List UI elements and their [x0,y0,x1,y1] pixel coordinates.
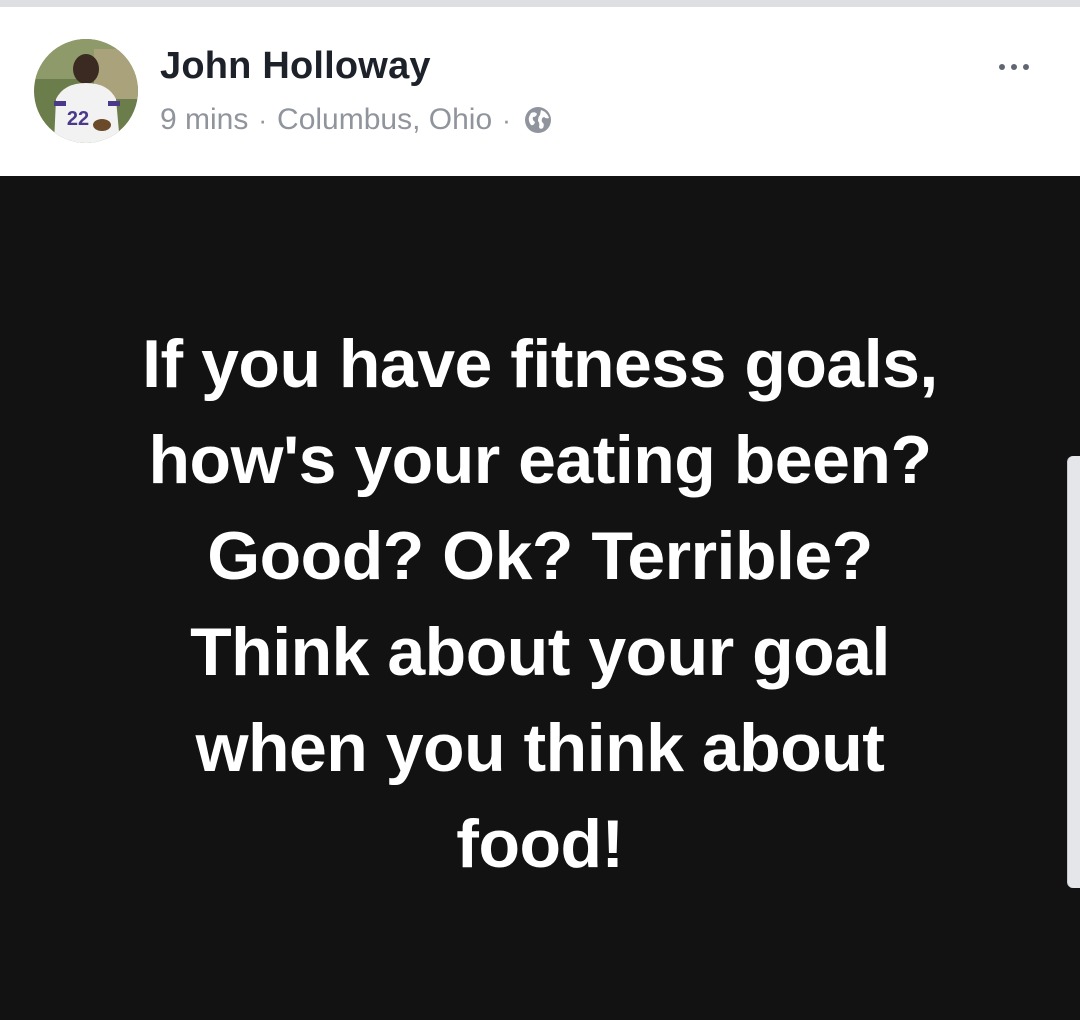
post-location[interactable]: Columbus, Ohio [277,103,492,137]
post-text-line: If you have fitness goals, [142,326,938,402]
post-text-line: how's your eating been? [148,422,932,498]
more-dot [999,64,1005,70]
author-name[interactable]: John Holloway [160,45,431,88]
post-text-line: Good? Ok? Terrible? [207,518,873,594]
avatar-jersey-number: 22 [67,108,89,130]
post-text: If you have fitness goals, how's your ea… [60,316,1020,892]
post-timestamp[interactable]: 9 mins [160,103,248,137]
globe-icon[interactable] [523,105,553,135]
post-text-line: when you think about [195,710,885,786]
post-meta: 9 mins · Columbus, Ohio · [160,103,553,137]
meta-separator: · [258,104,268,135]
post-content[interactable]: If you have fitness goals, how's your ea… [0,176,1080,1020]
avatar-photo: 22 [34,39,138,143]
top-divider [0,0,1080,7]
post-text-line: food! [456,806,624,882]
avatar[interactable]: 22 [34,39,138,143]
more-options-icon[interactable] [984,47,1044,87]
post-header: 22 John Holloway 9 mins · Columbus, Ohio… [0,7,1080,176]
post-text-line: Think about your goal [190,614,890,690]
more-dot [1023,64,1029,70]
scroll-handle[interactable] [1067,456,1080,888]
meta-separator: · [502,104,511,135]
more-dot [1011,64,1017,70]
